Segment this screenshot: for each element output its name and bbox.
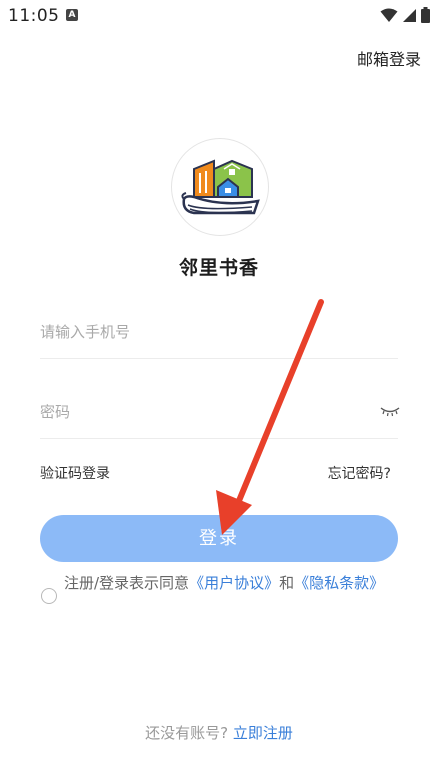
forgot-password-link[interactable]: 忘记密码? <box>328 463 391 483</box>
agreement-prefix: 注册/登录表示同意 <box>64 574 190 592</box>
battery-icon <box>421 7 430 23</box>
register-link[interactable]: 立即注册 <box>233 724 293 742</box>
no-account-text: 还没有账号? <box>145 724 229 742</box>
annotation-arrow-icon <box>216 299 324 535</box>
phone-input[interactable] <box>40 312 398 352</box>
signal-icon <box>403 8 416 22</box>
password-divider <box>40 438 398 439</box>
sms-login-link[interactable]: 验证码登录 <box>40 463 110 483</box>
status-time: 11:05 <box>8 6 60 26</box>
status-icons <box>380 7 430 23</box>
book-buildings-logo-icon <box>181 159 260 215</box>
agreement-checkbox[interactable] <box>41 588 57 604</box>
status-bar: 11:05 A <box>0 0 438 32</box>
agreement-text: 注册/登录表示同意《用户协议》和《隐私条款》 <box>64 572 404 595</box>
user-agreement-link[interactable]: 《用户协议》 <box>189 574 279 592</box>
email-login-link[interactable]: 邮箱登录 <box>357 46 421 70</box>
notification-a-icon: A <box>66 9 78 21</box>
phone-divider <box>40 358 398 359</box>
privacy-policy-link[interactable]: 《隐私条款》 <box>294 574 384 592</box>
register-prompt: 还没有账号? 立即注册 <box>0 722 438 743</box>
app-name: 邻里书香 <box>178 257 259 279</box>
app-logo <box>171 138 269 236</box>
password-input[interactable] <box>40 392 360 432</box>
agreement-conjunction: 和 <box>279 574 295 592</box>
eye-closed-icon[interactable] <box>380 405 400 417</box>
login-button[interactable]: 登录 <box>40 515 398 562</box>
wifi-icon <box>380 8 398 22</box>
